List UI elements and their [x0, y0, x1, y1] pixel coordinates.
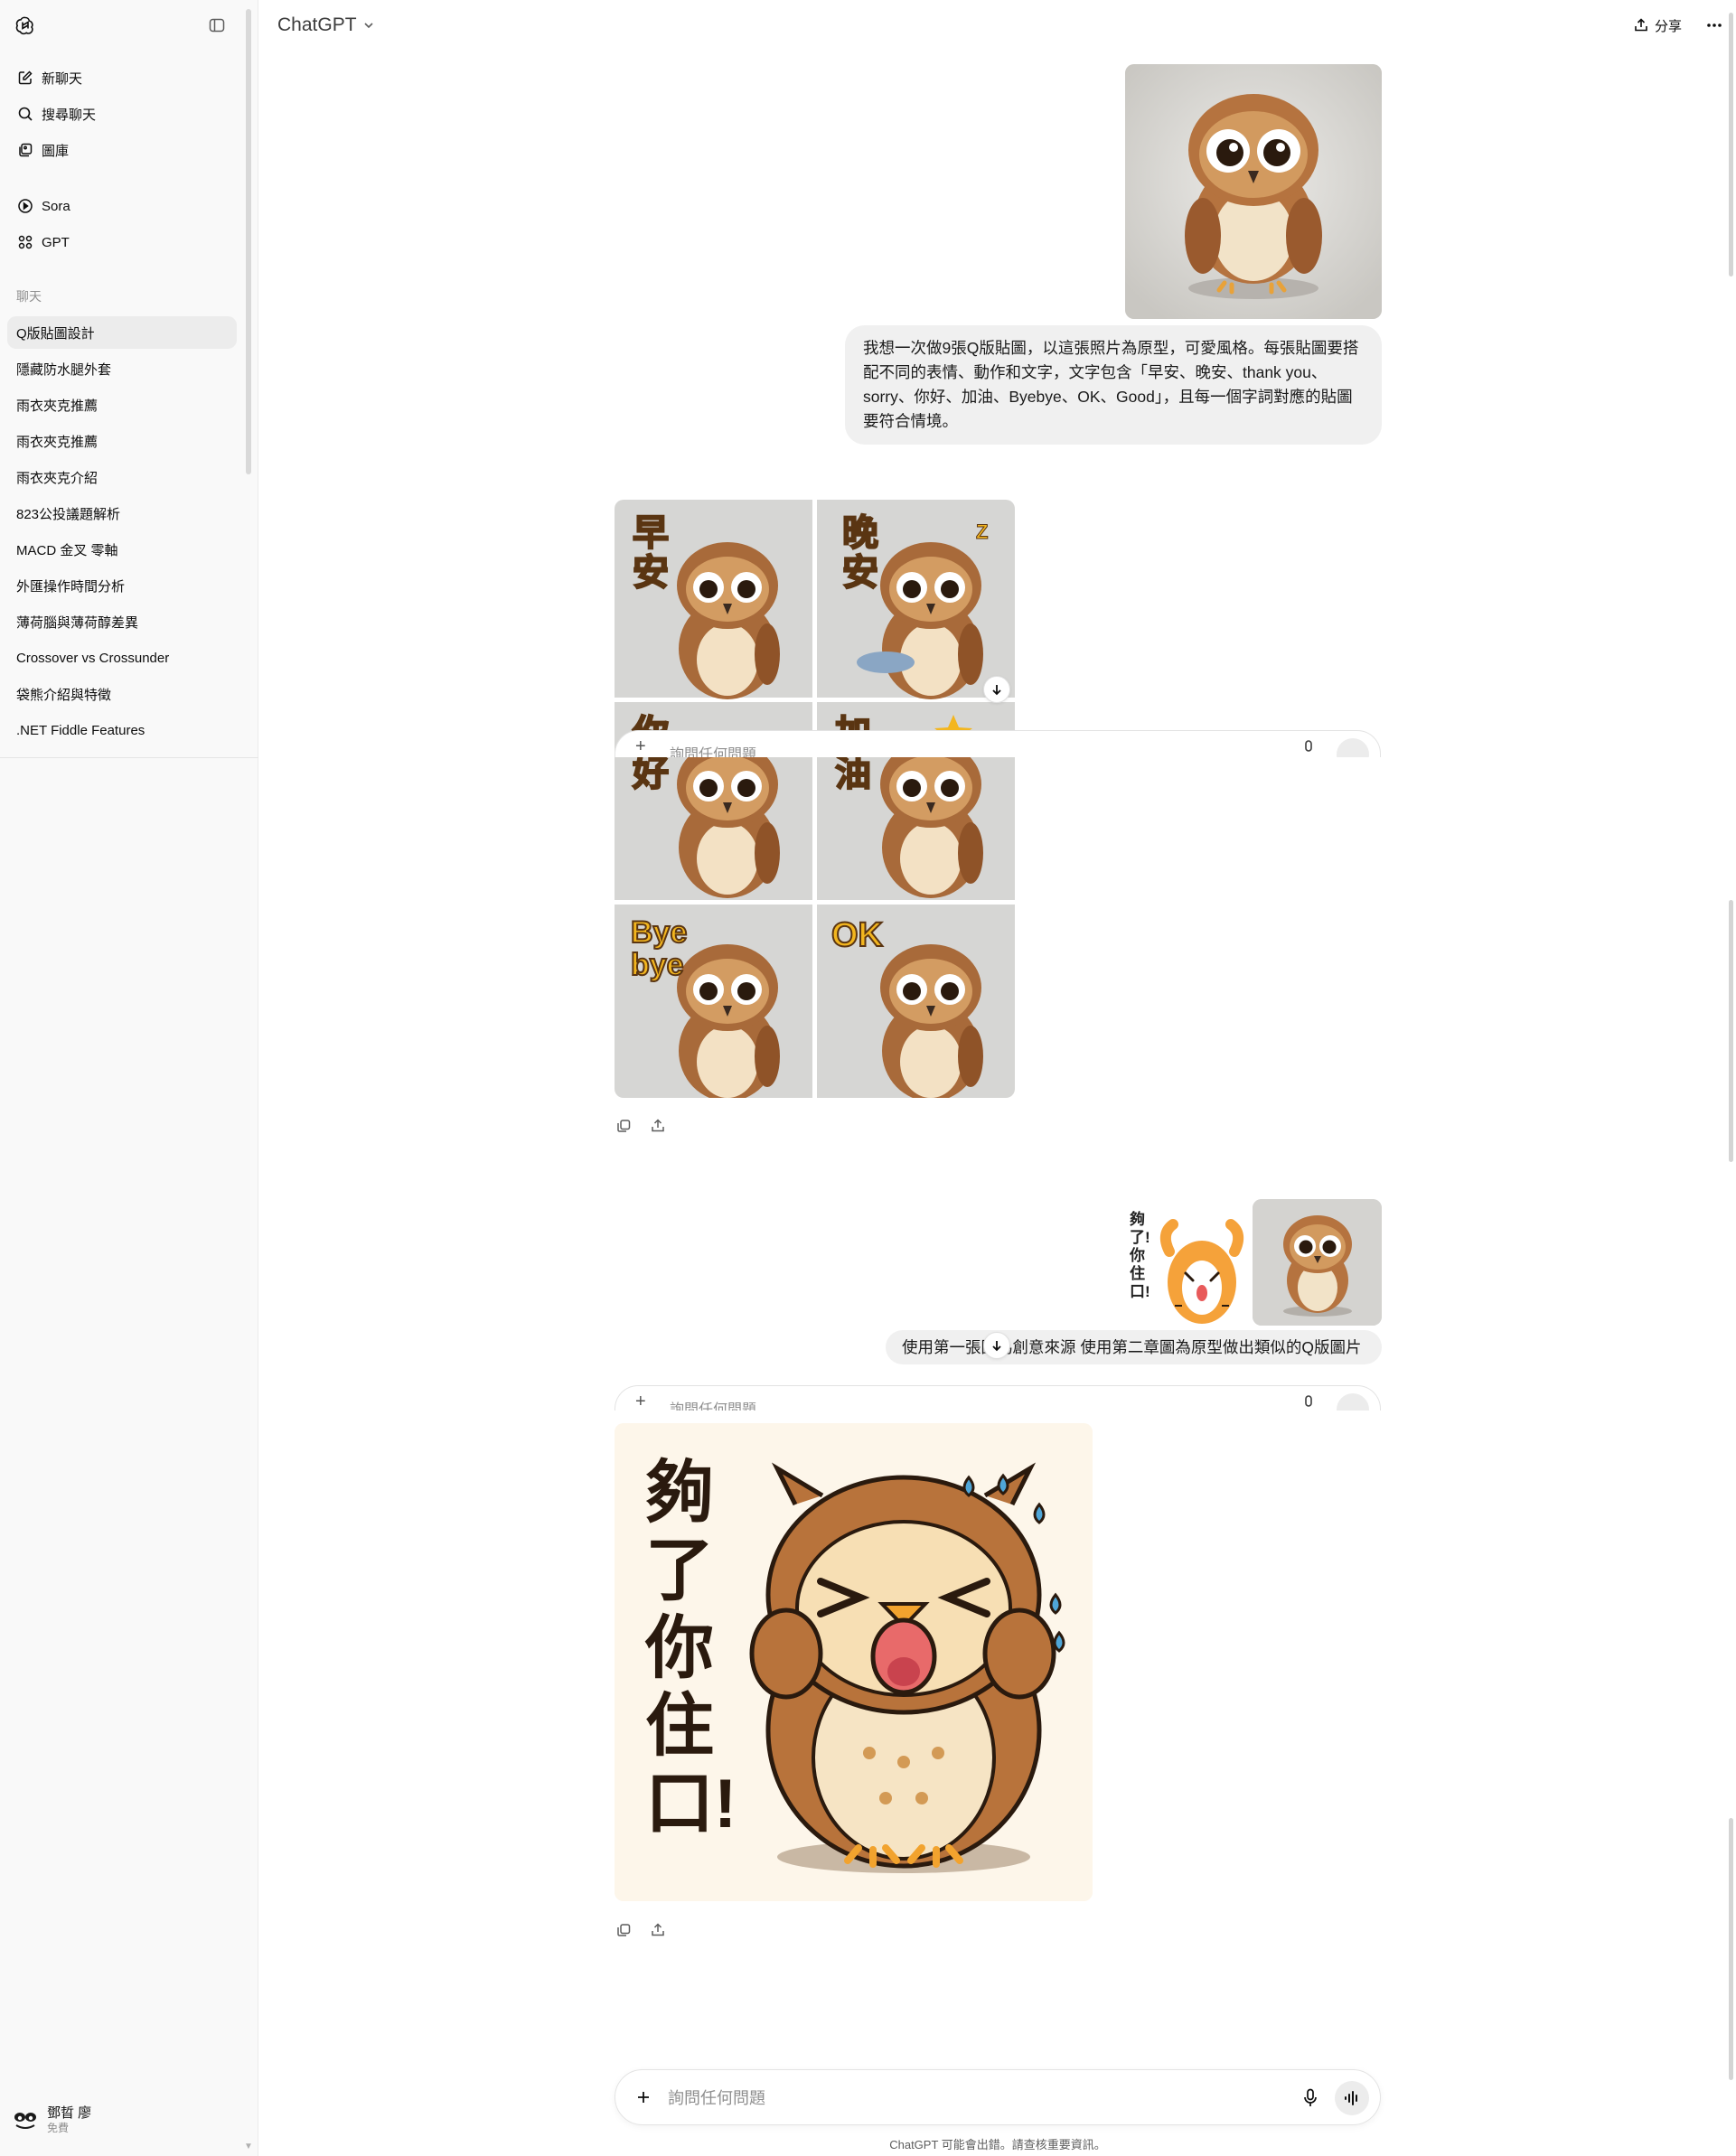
user-uploaded-owl-thumbnail[interactable] — [1253, 1199, 1382, 1326]
scroll-to-bottom-button[interactable] — [983, 1332, 1010, 1359]
sidebar-chat-item[interactable]: MACD 金叉 零軸 — [7, 533, 237, 566]
microphone-icon[interactable] — [1299, 2086, 1322, 2110]
model-selector[interactable]: ChatGPT — [277, 13, 375, 37]
avatar — [13, 2107, 38, 2133]
sidebar-chat-item[interactable]: Crossover vs Crossunder — [7, 642, 237, 674]
share-icon[interactable] — [649, 1117, 667, 1135]
share-button[interactable]: 分享 — [1633, 13, 1682, 38]
sidebar-chat-item[interactable]: 雨衣夾克介紹 — [7, 461, 237, 493]
chats-section-label: 聊天 — [16, 289, 42, 304]
scrollbar-thumb[interactable] — [1729, 13, 1733, 277]
cat-sticker-caption: 夠了!你住口! — [1130, 1211, 1150, 1300]
voice-mode-icon — [1337, 738, 1369, 757]
assistant-action-row — [615, 1117, 667, 1135]
user-profile[interactable]: 鄧晢 廖 免費 — [13, 2105, 91, 2134]
user-message-bubble: 我想一次做9張Q版貼圖，以這張照片為原型，可愛風格。每張貼圖要搭配不同的表情、動… — [845, 325, 1382, 445]
disclaimer-text: ChatGPT 可能會出錯。請查核重要資訊。 — [889, 2138, 1106, 2151]
more-options-icon[interactable] — [1702, 13, 1727, 38]
sidebar-chat-item[interactable]: 袋熊介紹與特徵 — [7, 678, 237, 710]
sidebar-item-label: 圖庫 — [42, 143, 70, 159]
sidebar-item-sora[interactable]: Sora — [7, 190, 237, 222]
sidebar-item-label: Sora — [42, 198, 70, 214]
search-icon — [16, 105, 34, 123]
sticker-caption: 晚安 — [841, 512, 879, 594]
sticker-caption: Z — [975, 520, 989, 544]
microphone-icon — [1302, 1395, 1315, 1411]
user-message-bubble: 使用第一張圖為創意來源 使用第二章圖為原型做出類似的Q版圖片 — [886, 1330, 1382, 1364]
sidebar-chat-item[interactable]: 雨衣夾克推薦 — [7, 389, 237, 421]
composer-ghost-placeholder: 詢問任何問題 — [670, 747, 757, 757]
sidebar-item-gallery[interactable]: 圖庫 — [7, 134, 237, 166]
gpt-grid-icon — [16, 233, 34, 251]
sidebar-chat-item[interactable]: 隱藏防水腿外套 — [7, 352, 237, 385]
plus-icon: + — [635, 1392, 646, 1411]
sticker-caption: 夠了你住口! — [645, 1455, 737, 1842]
user-plan: 免費 — [47, 2122, 70, 2134]
sticker-caption: 早安 — [632, 512, 670, 594]
sidebar-item-label: 搜尋聊天 — [42, 107, 97, 123]
composer-ghost-overlay: + 詢問任何問題 — [615, 730, 1381, 757]
message-composer — [615, 2069, 1381, 2125]
model-name: ChatGPT — [277, 14, 357, 35]
composer-ghost-placeholder: 詢問任何問題 — [670, 1402, 757, 1411]
openai-logo-icon[interactable] — [13, 13, 38, 38]
sticker-caption: OK — [830, 915, 884, 955]
scroll-down-arrow-icon[interactable]: ▼ — [244, 2142, 253, 2151]
arrow-down-icon — [992, 685, 1001, 696]
scrollbar-thumb[interactable] — [1729, 1818, 1733, 2080]
sidebar-item-gpt[interactable]: GPT — [7, 226, 237, 258]
composer-ghost-overlay: + 詢問任何問題 — [615, 1385, 1381, 1411]
sora-play-icon — [16, 197, 34, 215]
prompt-input[interactable] — [668, 2086, 1246, 2110]
sidebar-chat-item[interactable]: 薄荷腦與薄荷醇差異 — [7, 605, 237, 638]
arrow-down-icon — [992, 1341, 1001, 1352]
sidebar-divider — [0, 757, 258, 758]
sidebar-item-new-chat[interactable]: 新聊天 — [7, 61, 237, 94]
voice-mode-icon — [1337, 1393, 1369, 1411]
sidebar-chat-item[interactable]: .NET Fiddle Features — [7, 714, 237, 746]
voice-mode-button[interactable] — [1335, 2081, 1369, 2115]
share-label: 分享 — [1655, 18, 1683, 34]
user-name: 鄧晢 廖 — [47, 2105, 92, 2121]
sidebar-toggle-icon[interactable] — [206, 14, 228, 36]
plus-icon: + — [635, 736, 646, 756]
plus-icon[interactable] — [632, 2086, 655, 2109]
sidebar-chat-item[interactable]: 雨衣夾克推薦 — [7, 425, 237, 457]
sidebar: 新聊天 搜尋聊天 圖庫 Sora GPT 聊天 Q版貼圖設計 隱藏防水腿外套 雨… — [0, 0, 258, 2156]
sidebar-item-label: 新聊天 — [42, 70, 83, 87]
chevron-down-icon — [362, 15, 375, 37]
scroll-to-bottom-button[interactable] — [983, 676, 1010, 703]
copy-icon[interactable] — [615, 1117, 633, 1135]
copy-icon[interactable] — [615, 1921, 633, 1939]
sidebar-chat-item[interactable]: Q版貼圖設計 — [7, 316, 237, 349]
gallery-icon — [16, 141, 34, 159]
sidebar-item-search[interactable]: 搜尋聊天 — [7, 98, 237, 130]
microphone-icon — [1302, 740, 1315, 757]
new-chat-icon — [16, 69, 34, 87]
share-icon[interactable] — [649, 1921, 667, 1939]
assistant-action-row — [615, 1921, 667, 1939]
user-uploaded-owl-photo[interactable] — [1125, 64, 1382, 319]
chatgpt-app: 新聊天 搜尋聊天 圖庫 Sora GPT 聊天 Q版貼圖設計 隱藏防水腿外套 雨… — [0, 0, 1736, 2156]
main-scrollbar[interactable] — [1727, 0, 1736, 2156]
scrollbar-thumb[interactable] — [1729, 900, 1733, 1162]
share-icon — [1633, 17, 1649, 33]
sidebar-header — [0, 0, 258, 51]
sidebar-chat-item[interactable]: 外匯操作時間分析 — [7, 569, 237, 602]
top-bar: ChatGPT 分享 — [259, 0, 1736, 51]
sidebar-scrollbar[interactable] — [246, 9, 251, 474]
voice-waveform-icon — [1345, 2091, 1357, 2105]
sidebar-chat-item[interactable]: 823公投議題解析 — [7, 497, 237, 530]
sticker-caption: Bye bye — [630, 915, 688, 982]
sidebar-item-label: GPT — [42, 234, 70, 250]
